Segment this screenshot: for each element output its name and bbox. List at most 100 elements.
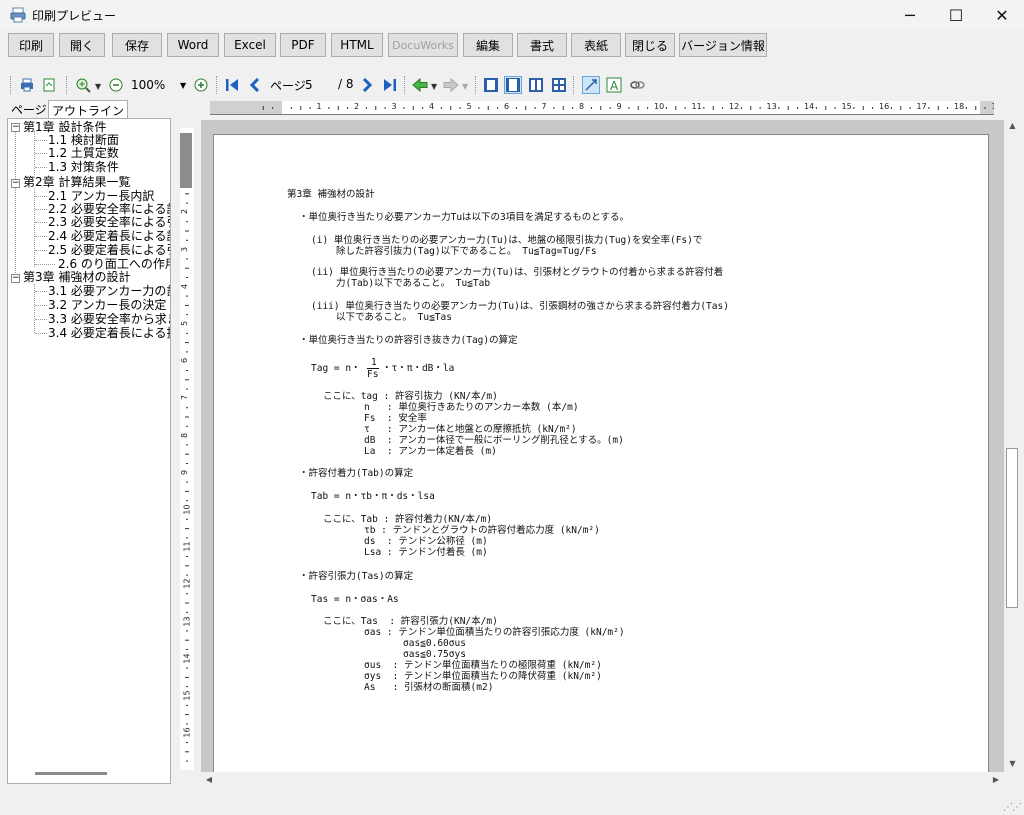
- prev-page-icon[interactable]: [246, 76, 264, 94]
- four-page-icon[interactable]: [550, 76, 568, 94]
- page-number-input[interactable]: [302, 76, 338, 93]
- doc-line: As : 引張材の断面積(m2): [364, 682, 494, 693]
- doc-line: 除した許容引抜力(Tag)以下であること。 Tu≦Tag=Tug/Fs: [336, 246, 597, 257]
- vertical-scrollbar[interactable]: ▲ ▼: [1004, 118, 1021, 772]
- last-page-icon[interactable]: [381, 76, 399, 94]
- outline-item-2-4[interactable]: 2.4 必要定着長による許容: [48, 230, 170, 243]
- horizontal-ruler: 1234567891011121314151617181920: [210, 101, 994, 115]
- page-total: / 8: [338, 77, 354, 91]
- tree-line: [35, 236, 47, 237]
- ruler-label: 3: [180, 246, 190, 252]
- fit-page-icon[interactable]: [504, 76, 522, 94]
- chevron-down-icon[interactable]: ▼: [431, 82, 437, 91]
- html-export-button[interactable]: HTML: [331, 33, 383, 57]
- doc-line: ・単位奥行き当たり必要アンカー力Tuは以下の3項目を満足するものとする。: [299, 212, 629, 223]
- tree-line: [35, 291, 47, 292]
- back-icon[interactable]: [411, 76, 429, 94]
- ruler-label: 1: [316, 102, 322, 111]
- ruler-label: 11: [691, 102, 702, 111]
- pdf-export-button[interactable]: PDF: [280, 33, 326, 57]
- outline-item-2-5[interactable]: 2.5 必要定着長による引き: [48, 244, 170, 257]
- doc-line: σus : テンドン単位面積当たりの極限荷重 (kN/m²): [364, 660, 602, 671]
- maximize-button[interactable]: ☐: [933, 0, 979, 30]
- edit-button[interactable]: 編集: [463, 33, 513, 57]
- close-button[interactable]: 閉じる: [625, 33, 675, 57]
- outline-item-3-2[interactable]: 3.2 アンカー長の決定: [48, 299, 166, 312]
- link-icon[interactable]: [628, 76, 646, 94]
- zoom-level-combo[interactable]: 100%: [131, 77, 187, 94]
- page-setup-icon[interactable]: [40, 76, 58, 94]
- ruler-label: 7: [541, 102, 547, 111]
- outline-item-2-3[interactable]: 2.3 必要安全率による引き: [48, 216, 170, 229]
- zoom-in-icon[interactable]: [74, 76, 92, 94]
- outline-item-3-3[interactable]: 3.3 必要安全率から求まる: [48, 313, 170, 326]
- scroll-up-icon[interactable]: ▲: [1004, 118, 1021, 134]
- tree-line: [35, 264, 55, 265]
- ruler-ticks: [185, 146, 189, 762]
- collapse-icon[interactable]: −: [11, 179, 20, 188]
- format-button[interactable]: 書式: [517, 33, 567, 57]
- vertical-ruler: 12345678910111213141516: [180, 128, 194, 770]
- status-bar: ⋰⋰: [0, 794, 1024, 815]
- excel-export-button[interactable]: Excel: [224, 33, 276, 57]
- scroll-left-icon[interactable]: ◀: [201, 772, 217, 788]
- outline-item-1-2[interactable]: 1.2 土質定数: [48, 147, 119, 160]
- ruler-label: 15: [182, 690, 192, 701]
- tree-line: [35, 196, 47, 197]
- toolbar-separator: [216, 76, 217, 94]
- print-button[interactable]: 印刷: [8, 33, 54, 57]
- printer-icon[interactable]: [18, 76, 36, 94]
- doc-line: (iii) 単位奥行き当たりの必要アンカー力(Tu)は、引張鋼材の強さから求まる…: [311, 301, 729, 312]
- ruler-label: 8: [579, 102, 585, 111]
- outline-item-1-3[interactable]: 1.3 対策条件: [48, 161, 119, 174]
- outline-horizontal-scrollbar[interactable]: [35, 772, 107, 775]
- tree-line: [35, 140, 47, 141]
- minimize-button[interactable]: ─: [887, 0, 933, 30]
- chevron-down-icon[interactable]: ▼: [462, 82, 468, 91]
- tab-outline[interactable]: アウトライン: [48, 100, 129, 119]
- toolbar-separator: [475, 76, 476, 94]
- zoom-out-icon[interactable]: [107, 76, 125, 94]
- ruler-label: 13: [766, 102, 777, 111]
- ruler-label: 5: [180, 320, 190, 327]
- doc-line: τb : テンドンとグラウトの許容付着応力度 (kN/m²): [364, 525, 600, 536]
- outline-item-chapter-2[interactable]: 第2章 計算結果一覧: [23, 176, 130, 189]
- close-window-button[interactable]: ✕: [979, 0, 1024, 30]
- resize-grip-icon[interactable]: ⋰⋰: [1003, 802, 1022, 813]
- chevron-down-icon[interactable]: ▼: [180, 81, 186, 90]
- tree-line: [35, 153, 47, 154]
- scroll-right-icon[interactable]: ▶: [988, 772, 1004, 788]
- save-button[interactable]: 保存: [112, 33, 162, 57]
- outline-item-3-1[interactable]: 3.1 必要アンカー力の計算: [48, 285, 170, 298]
- text-icon[interactable]: A: [605, 76, 623, 94]
- version-info-button[interactable]: バージョン情報: [679, 33, 767, 57]
- word-export-button[interactable]: Word: [167, 33, 219, 57]
- outline-item-chapter-3[interactable]: 第3章 補強材の設計: [23, 271, 130, 284]
- vertical-scroll-thumb[interactable]: [1006, 448, 1018, 608]
- toolbar-separator: [573, 76, 574, 94]
- collapse-icon[interactable]: −: [11, 274, 20, 283]
- ruler-label: 2: [180, 209, 190, 215]
- formula-line: ・τ・π・dB・la: [382, 363, 455, 374]
- toolbar-separator: [10, 76, 11, 94]
- next-page-icon[interactable]: [358, 76, 376, 94]
- chevron-down-icon[interactable]: ▼: [95, 82, 101, 91]
- horizontal-scrollbar[interactable]: ◀ ▶: [201, 772, 1004, 788]
- first-page-icon[interactable]: [223, 76, 241, 94]
- collapse-icon[interactable]: −: [11, 123, 20, 132]
- tab-page[interactable]: ページ: [8, 100, 50, 118]
- two-page-icon[interactable]: [527, 76, 545, 94]
- formula-line: Tab = n・τb・π・ds・lsa: [311, 491, 435, 502]
- forward-icon[interactable]: [442, 76, 460, 94]
- zoom-add-icon[interactable]: [192, 76, 210, 94]
- ruler-label: 3: [391, 102, 397, 111]
- open-button[interactable]: 開く: [59, 33, 105, 57]
- scroll-down-icon[interactable]: ▼: [1004, 756, 1021, 772]
- pointer-icon[interactable]: [582, 76, 600, 94]
- outline-item-3-4[interactable]: 3.4 必要定着長による抵抗: [48, 327, 170, 340]
- docuworks-export-button[interactable]: DocuWorks: [388, 33, 458, 57]
- cover-button[interactable]: 表紙: [571, 33, 621, 57]
- tree-line: [35, 319, 47, 320]
- single-page-icon[interactable]: [482, 76, 500, 94]
- section-heading: ・単位奥行き当たりの許容引き抜き力(Tag)の算定: [299, 335, 518, 346]
